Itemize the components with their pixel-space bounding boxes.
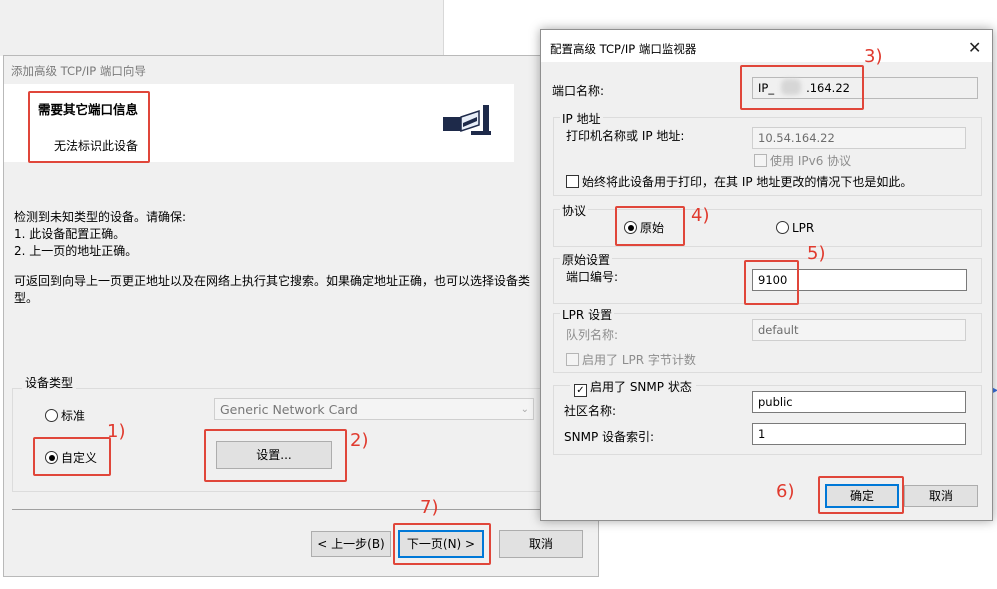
use-ipv6-checkbox[interactable]: 使用 IPv6 协议 bbox=[754, 152, 851, 169]
dialog-cancel-button[interactable]: 取消 bbox=[904, 485, 978, 507]
annotation-step7: 7) bbox=[420, 497, 439, 518]
snmp-index-field[interactable]: 1 bbox=[752, 423, 966, 445]
raw-settings-label: 原始设置 bbox=[560, 251, 613, 268]
background-window bbox=[0, 0, 444, 56]
device-type-label: 设备类型 bbox=[22, 374, 77, 391]
port-number-label: 端口编号: bbox=[566, 270, 619, 284]
wizard-title: 添加高级 TCP/IP 端口向导 bbox=[11, 64, 146, 78]
dialog-title: 配置高级 TCP/IP 端口监视器 bbox=[550, 42, 697, 56]
close-icon[interactable]: ✕ bbox=[968, 38, 981, 57]
annotation-box-step1 bbox=[33, 437, 111, 476]
edge-arrow-icon: ▸ bbox=[993, 385, 997, 396]
lpr-byte-count-label: 启用了 LPR 字节计数 bbox=[582, 353, 696, 367]
snmp-index-label: SNMP 设备索引: bbox=[564, 430, 655, 444]
ip-address-group-label: IP 地址 bbox=[560, 110, 603, 127]
always-use-label: 始终将此设备用于打印，在其 IP 地址更改的情况下也是如此。 bbox=[582, 175, 913, 189]
queue-name-label: 队列名称: bbox=[566, 328, 619, 342]
annotation-step3: 3) bbox=[864, 46, 883, 67]
radio-standard[interactable]: 标准 bbox=[45, 407, 85, 424]
wizard-body-line3: 2. 上一页的地址正确。 bbox=[14, 244, 138, 258]
community-name-label: 社区名称: bbox=[564, 404, 617, 418]
lpr-byte-count-box[interactable] bbox=[566, 353, 579, 366]
use-ipv6-box[interactable] bbox=[754, 154, 767, 167]
annotation-step1: 1) bbox=[107, 421, 126, 442]
snmp-enabled-checkbox[interactable]: ✓ 启用了 SNMP 状态 bbox=[570, 378, 696, 397]
community-name-field[interactable]: public bbox=[752, 391, 966, 413]
annotation-box-step6 bbox=[818, 476, 904, 514]
wizard-footer-separator bbox=[12, 509, 592, 510]
annotation-box-step2 bbox=[204, 429, 347, 482]
protocol-lpr-indicator[interactable] bbox=[776, 221, 789, 234]
wizard-body-paragraph-line2: 型。 bbox=[14, 291, 39, 305]
standard-device-combo-value: Generic Network Card bbox=[220, 402, 358, 417]
protocol-group-label: 协议 bbox=[560, 202, 589, 219]
lpr-settings-label: LPR 设置 bbox=[560, 306, 615, 323]
snmp-enabled-label: 启用了 SNMP 状态 bbox=[590, 380, 692, 394]
printer-name-field[interactable]: 10.54.164.22 bbox=[752, 127, 966, 149]
annotation-step4: 4) bbox=[691, 205, 710, 226]
protocol-lpr-radio[interactable]: LPR bbox=[776, 221, 814, 235]
queue-name-field[interactable]: default bbox=[752, 319, 966, 341]
network-port-logo-icon bbox=[443, 105, 491, 135]
radio-standard-indicator[interactable] bbox=[45, 409, 58, 422]
annotation-step2: 2) bbox=[350, 430, 369, 451]
wizard-body-line1: 检测到未知类型的设备。请确保: bbox=[14, 210, 187, 224]
snmp-enabled-box[interactable]: ✓ bbox=[574, 384, 587, 397]
annotation-step6: 6) bbox=[776, 481, 795, 502]
standard-device-combo: Generic Network Card ⌄ bbox=[214, 398, 534, 420]
wizard-body-paragraph-line1: 可返回到向导上一页更正地址以及在网络上执行其它搜索。如果确定地址正确，也可以选择… bbox=[14, 274, 531, 288]
port-name-label: 端口名称: bbox=[552, 84, 605, 98]
back-button[interactable]: < 上一步(B) bbox=[311, 531, 391, 557]
wizard-cancel-button[interactable]: 取消 bbox=[499, 530, 583, 558]
printer-name-label: 打印机名称或 IP 地址: bbox=[566, 129, 685, 143]
annotation-box-step7 bbox=[393, 523, 491, 565]
annotation-box-step3 bbox=[740, 65, 864, 110]
annotation-box-step4 bbox=[615, 206, 685, 246]
always-use-checkbox[interactable]: 始终将此设备用于打印，在其 IP 地址更改的情况下也是如此。 bbox=[566, 173, 912, 190]
lpr-byte-count-checkbox[interactable]: 启用了 LPR 字节计数 bbox=[566, 351, 696, 368]
annotation-box-step5 bbox=[744, 260, 799, 305]
radio-standard-label: 标准 bbox=[61, 409, 86, 423]
annotation-box-header bbox=[28, 91, 150, 163]
annotation-step5: 5) bbox=[807, 243, 826, 264]
chevron-down-icon: ⌄ bbox=[520, 404, 529, 415]
protocol-lpr-label: LPR bbox=[792, 221, 815, 235]
use-ipv6-label: 使用 IPv6 协议 bbox=[770, 154, 852, 168]
always-use-box[interactable] bbox=[566, 175, 579, 188]
wizard-body-line2: 1. 此设备配置正确。 bbox=[14, 227, 126, 241]
